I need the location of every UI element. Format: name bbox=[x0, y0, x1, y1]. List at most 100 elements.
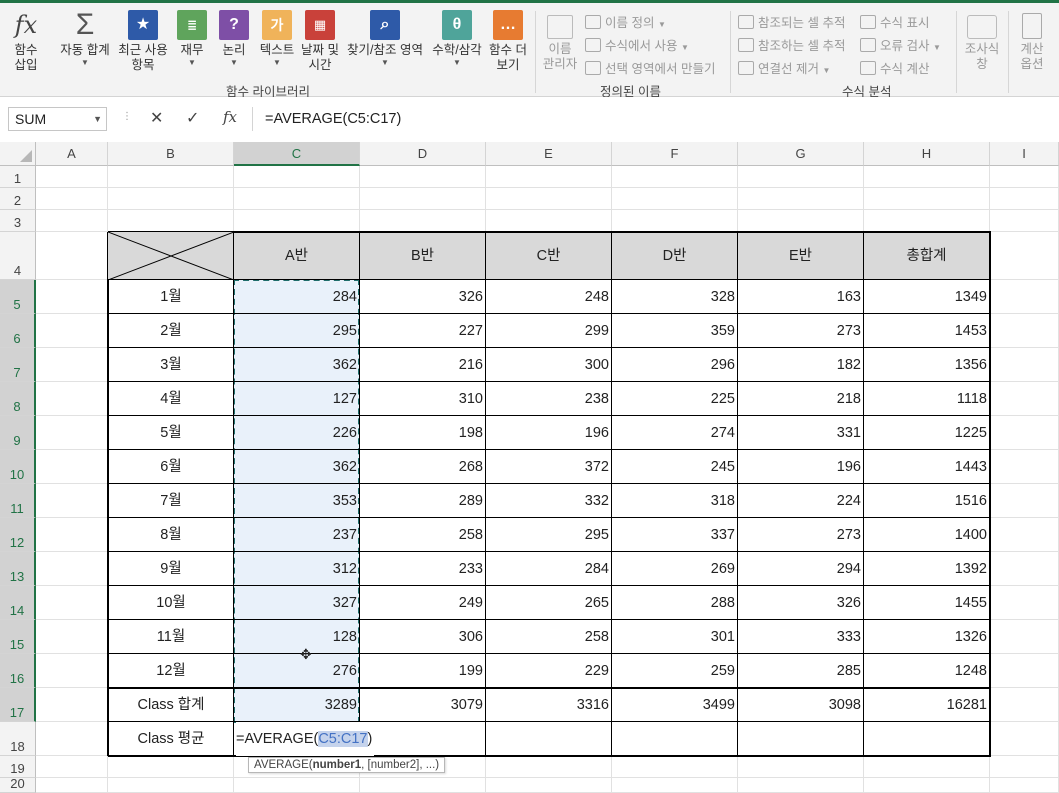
row-header-17[interactable]: 17 bbox=[0, 688, 36, 722]
data-cell[interactable]: 312 bbox=[234, 552, 359, 586]
cancel-icon[interactable]: ✕ bbox=[150, 108, 163, 128]
data-cell[interactable]: 268 bbox=[360, 450, 485, 484]
datetime-button[interactable]: ▦ 날짜 및 시간 bbox=[299, 7, 341, 73]
row-label[interactable]: 12월 bbox=[108, 654, 234, 688]
data-cell[interactable]: 128 bbox=[234, 620, 359, 654]
data-cell[interactable]: 1118 bbox=[864, 382, 989, 416]
data-cell[interactable]: 182 bbox=[738, 348, 863, 382]
more-functions-button[interactable]: … 함수 더 보기 bbox=[486, 7, 530, 73]
data-cell[interactable]: 265 bbox=[486, 586, 611, 620]
data-cell[interactable]: 337 bbox=[612, 518, 737, 552]
data-cell[interactable]: 295 bbox=[486, 518, 611, 552]
use-in-formula-button[interactable]: 수식에서 사용 ▼ bbox=[585, 35, 689, 54]
total-cell[interactable]: 16281 bbox=[864, 688, 989, 722]
data-cell[interactable]: 1443 bbox=[864, 450, 989, 484]
data-cell[interactable]: 372 bbox=[486, 450, 611, 484]
watch-window-button[interactable]: 조사식 창 bbox=[960, 7, 1004, 72]
column-header-i[interactable]: I bbox=[990, 142, 1059, 166]
total-cell[interactable]: 3316 bbox=[486, 688, 611, 722]
worksheet-grid[interactable]: ABCDEFGHI 1 2 3 4 5 6 7 8 9 10 11 12 13 14 15 16 17 18 19 2… bbox=[0, 142, 1059, 793]
total-cell[interactable]: 3079 bbox=[360, 688, 485, 722]
column-header-a[interactable]: A bbox=[36, 142, 108, 166]
data-cell[interactable]: 1516 bbox=[864, 484, 989, 518]
formula-input[interactable]: =AVERAGE(C5:C17) bbox=[252, 107, 1059, 131]
data-cell[interactable]: 196 bbox=[486, 416, 611, 450]
row-header-15[interactable]: 15 bbox=[0, 620, 36, 654]
data-cell[interactable]: 258 bbox=[486, 620, 611, 654]
data-cell[interactable]: 225 bbox=[612, 382, 737, 416]
error-checking-button[interactable]: 오류 검사 ▼ bbox=[860, 35, 941, 54]
row-label[interactable]: 1월 bbox=[108, 280, 234, 314]
row-label[interactable]: 11월 bbox=[108, 620, 234, 654]
row-header-20[interactable]: 20 bbox=[0, 776, 36, 793]
name-box[interactable]: SUM ▼ bbox=[8, 107, 107, 131]
lookup-button[interactable]: ⌕ 찾기/참조 영역 ▼ bbox=[344, 7, 426, 68]
tooltip-arg1[interactable]: number1 bbox=[313, 759, 362, 771]
chevron-down-icon[interactable]: ▼ bbox=[93, 108, 102, 130]
data-cell[interactable]: 233 bbox=[360, 552, 485, 586]
data-cell[interactable]: 1326 bbox=[864, 620, 989, 654]
data-cell[interactable]: 216 bbox=[360, 348, 485, 382]
data-cell[interactable]: 273 bbox=[738, 518, 863, 552]
financial-button[interactable]: ≣ 재무 ▼ bbox=[175, 7, 209, 68]
data-cell[interactable]: 198 bbox=[360, 416, 485, 450]
data-cell[interactable]: 353 bbox=[234, 484, 359, 518]
remove-arrows-button[interactable]: 연결선 제거 ▼ bbox=[738, 58, 830, 77]
define-name-button[interactable]: 이름 정의 ▼ bbox=[585, 12, 666, 31]
data-cell[interactable]: 284 bbox=[234, 280, 359, 314]
row-header-6[interactable]: 6 bbox=[0, 314, 36, 348]
select-all-corner[interactable] bbox=[0, 142, 36, 166]
data-cell[interactable]: 294 bbox=[738, 552, 863, 586]
data-cell[interactable]: 326 bbox=[360, 280, 485, 314]
row-header-3[interactable]: 3 bbox=[0, 210, 36, 232]
row-header-18[interactable]: 18 bbox=[0, 722, 36, 756]
data-cell[interactable]: 289 bbox=[360, 484, 485, 518]
total-cell[interactable]: 3098 bbox=[738, 688, 863, 722]
row-header-7[interactable]: 7 bbox=[0, 348, 36, 382]
data-cell[interactable]: 359 bbox=[612, 314, 737, 348]
data-cell[interactable]: 127 bbox=[234, 382, 359, 416]
row-header-13[interactable]: 13 bbox=[0, 552, 36, 586]
data-cell[interactable]: 333 bbox=[738, 620, 863, 654]
data-cell[interactable]: 273 bbox=[738, 314, 863, 348]
average-label[interactable]: Class 평균 bbox=[108, 722, 234, 756]
data-cell[interactable]: 328 bbox=[612, 280, 737, 314]
data-cell[interactable]: 227 bbox=[360, 314, 485, 348]
column-header-e[interactable]: E bbox=[486, 142, 612, 166]
data-cell[interactable]: 249 bbox=[360, 586, 485, 620]
data-cell[interactable]: 1392 bbox=[864, 552, 989, 586]
row-header-8[interactable]: 8 bbox=[0, 382, 36, 416]
data-cell[interactable]: 301 bbox=[612, 620, 737, 654]
recent-functions-button[interactable]: ★ 최근 사용 항목 bbox=[114, 7, 172, 73]
data-cell[interactable]: 327 bbox=[234, 586, 359, 620]
data-cell[interactable]: 295 bbox=[234, 314, 359, 348]
row-header-2[interactable]: 2 bbox=[0, 188, 36, 210]
column-header-h[interactable]: H bbox=[864, 142, 990, 166]
data-cell[interactable]: 362 bbox=[234, 450, 359, 484]
row-header-4[interactable]: 4 bbox=[0, 232, 36, 280]
row-label[interactable]: 2월 bbox=[108, 314, 234, 348]
row-header-1[interactable]: 1 bbox=[0, 166, 36, 188]
column-header-g[interactable]: G bbox=[738, 142, 864, 166]
column-header-c[interactable]: C bbox=[234, 142, 360, 166]
total-label[interactable]: Class 합계 bbox=[108, 688, 234, 722]
row-label[interactable]: 4월 bbox=[108, 382, 234, 416]
name-manager-button[interactable]: 이름 관리자 bbox=[540, 7, 580, 72]
data-cell[interactable]: 285 bbox=[738, 654, 863, 688]
data-cell[interactable]: 318 bbox=[612, 484, 737, 518]
row-header-9[interactable]: 9 bbox=[0, 416, 36, 450]
data-cell[interactable]: 1455 bbox=[864, 586, 989, 620]
row-label[interactable]: 5월 bbox=[108, 416, 234, 450]
row-label[interactable]: 9월 bbox=[108, 552, 234, 586]
data-cell[interactable]: 237 bbox=[234, 518, 359, 552]
total-cell[interactable]: 3499 bbox=[612, 688, 737, 722]
data-cell[interactable]: 306 bbox=[360, 620, 485, 654]
data-cell[interactable]: 199 bbox=[360, 654, 485, 688]
enter-icon[interactable]: ✓ bbox=[186, 108, 199, 128]
row-header-19[interactable]: 19 bbox=[0, 756, 36, 778]
function-tooltip[interactable]: AVERAGE(number1, [number2], ...) bbox=[248, 757, 446, 773]
data-cell[interactable]: 284 bbox=[486, 552, 611, 586]
create-from-selection-button[interactable]: 선택 영역에서 만들기 bbox=[585, 58, 715, 77]
data-cell[interactable]: 299 bbox=[486, 314, 611, 348]
data-cell[interactable]: 258 bbox=[360, 518, 485, 552]
